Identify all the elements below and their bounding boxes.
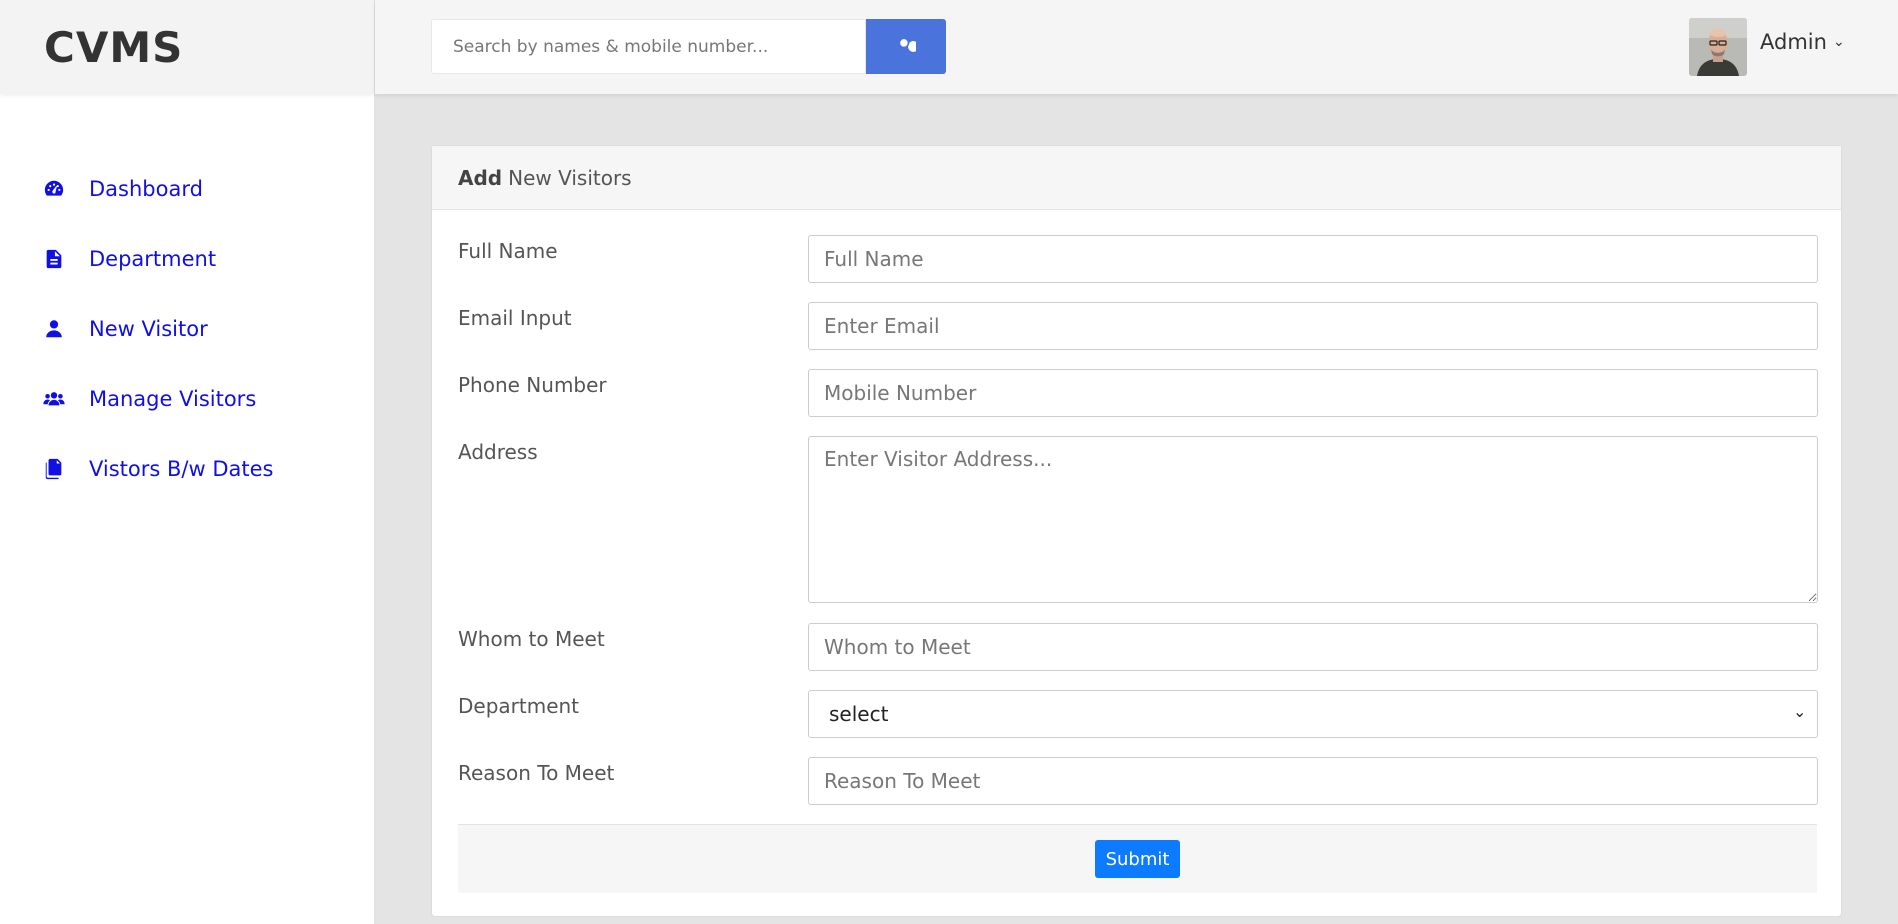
document-icon	[43, 248, 65, 270]
sidebar-item-department[interactable]: Department	[0, 224, 374, 294]
brand-name[interactable]: CVMS	[44, 23, 183, 72]
sidebar-item-label[interactable]: New Visitor	[89, 317, 208, 341]
top-bar: Admin ⌄	[375, 0, 1898, 94]
card-header: Add New Visitors	[432, 146, 1841, 210]
sidebar-item-dashboard[interactable]: Dashboard	[0, 154, 374, 224]
sidebar-item-manage-visitors[interactable]: Manage Visitors	[0, 364, 374, 434]
full-name-label: Full Name	[458, 239, 558, 263]
submit-button[interactable]: Submit	[1094, 840, 1181, 878]
user-name[interactable]: Admin	[1760, 30, 1827, 54]
add-visitor-card: Add New Visitors Full Name Email Input P…	[431, 145, 1842, 917]
department-select[interactable]: select	[808, 690, 1818, 738]
card-title-bold: Add	[458, 165, 503, 190]
sidebar-nav: Dashboard Department New Visitor Manage …	[0, 154, 374, 504]
full-name-input[interactable]	[808, 235, 1818, 283]
user-menu[interactable]: Admin ⌄	[1760, 30, 1845, 54]
sidebar-item-label[interactable]: Manage Visitors	[89, 387, 256, 411]
address-label: Address	[458, 440, 538, 464]
users-icon	[43, 388, 65, 410]
avatar[interactable]	[1689, 18, 1747, 76]
search-icon	[896, 35, 919, 58]
email-label: Email Input	[458, 306, 572, 330]
brand-logo[interactable]: CVMS	[0, 0, 374, 94]
dashboard-icon	[43, 178, 65, 200]
card-title: New Visitors	[508, 165, 632, 190]
whom-to-meet-label: Whom to Meet	[458, 627, 605, 651]
sidebar-item-label[interactable]: Vistors B/w Dates	[89, 457, 273, 481]
phone-label: Phone Number	[458, 373, 607, 397]
email-input[interactable]	[808, 302, 1818, 350]
sidebar-item-label[interactable]: Dashboard	[89, 177, 203, 201]
reason-label: Reason To Meet	[458, 761, 615, 785]
address-textarea[interactable]	[808, 436, 1818, 603]
sidebar: CVMS Dashboard Department New Visitor Ma…	[0, 0, 375, 924]
sidebar-item-new-visitor[interactable]: New Visitor	[0, 294, 374, 364]
files-icon	[43, 458, 65, 480]
phone-input[interactable]	[808, 369, 1818, 417]
card-footer: Submit	[458, 824, 1817, 893]
search-button[interactable]	[866, 19, 946, 74]
department-label: Department	[458, 694, 580, 718]
whom-to-meet-input[interactable]	[808, 623, 1818, 671]
search-input[interactable]	[431, 19, 866, 74]
user-icon	[43, 318, 65, 340]
sidebar-item-visitors-between-dates[interactable]: Vistors B/w Dates	[0, 434, 374, 504]
chevron-down-icon: ⌄	[1832, 34, 1845, 50]
reason-input[interactable]	[808, 757, 1818, 805]
sidebar-item-label[interactable]: Department	[89, 247, 216, 271]
